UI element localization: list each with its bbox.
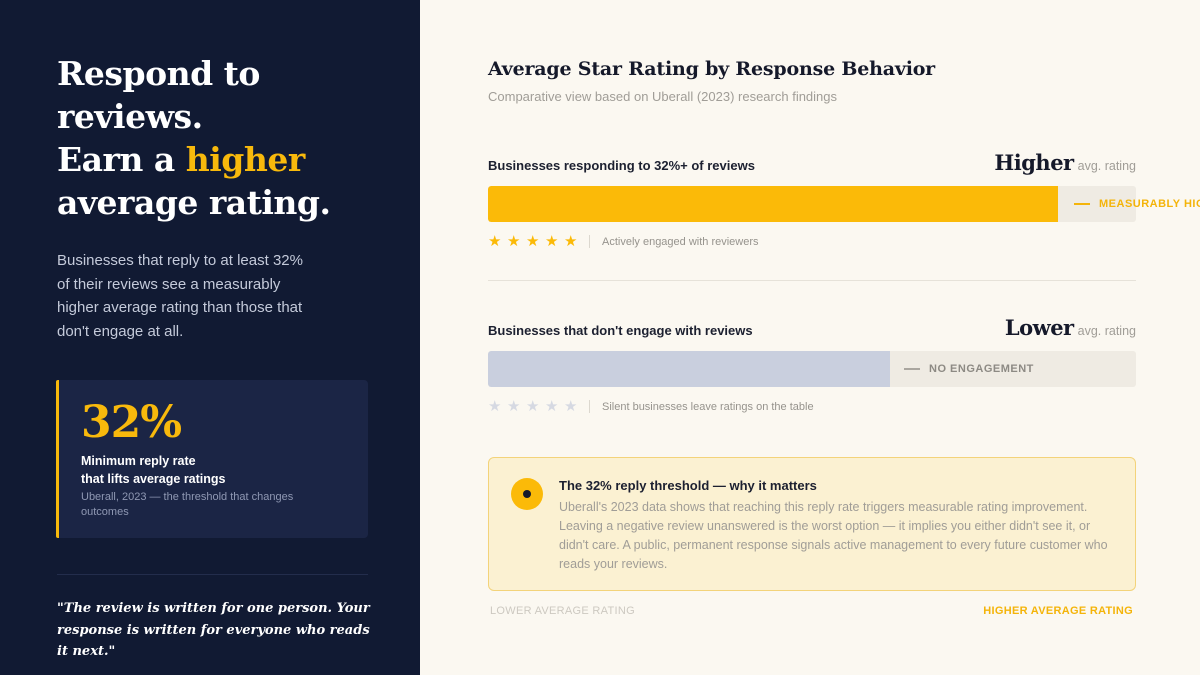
bar-value-label-non-engagers: Lower	[1004, 315, 1074, 340]
stat-source: Uberall, 2023 — the threshold that chang…	[81, 491, 294, 518]
row-divider	[488, 280, 1136, 281]
bar-tag-text-non-engagers: NO ENGAGEMENT	[929, 363, 1034, 375]
star-group-responders: ★ ★ ★ ★ ★	[488, 234, 583, 249]
star-note-responders: Actively engaged with reviewers	[602, 235, 759, 248]
star-separator	[589, 400, 590, 413]
callout-title: The 32% reply threshold — why it matters	[559, 478, 817, 493]
star-icon: ★	[507, 233, 521, 250]
bar-value-responders: Higher avg. rating	[994, 150, 1136, 175]
tag-dash-icon	[904, 368, 920, 370]
headline-line-3: Earn a	[57, 140, 186, 179]
star-note-non-engagers: Silent businesses leave ratings on the t…	[602, 400, 814, 413]
bar-tag-clip: MEASURABLY HIGHER	[1058, 186, 1200, 222]
stat-label: Minimum reply rate that lifts average ra…	[81, 452, 281, 488]
bar-tag-responders: MEASURABLY HIGHER	[1074, 198, 1200, 210]
star-icon: ★	[564, 398, 578, 415]
headline-highlight: higher	[185, 140, 305, 179]
threshold-callout: The 32% reply threshold — why it matters…	[488, 457, 1136, 591]
star-icon: ★	[545, 398, 559, 415]
stat-card: 32% Minimum reply rate that lifts averag…	[56, 380, 368, 538]
star-row-non-engagers: ★ ★ ★ ★ ★ Silent businesses leave ratings on…	[488, 399, 814, 414]
bar-track-responders	[488, 186, 1136, 222]
target-dot-icon	[511, 478, 543, 510]
bar-label-responders: Businesses responding to 32%+ of reviews	[488, 158, 755, 173]
bar-tag-text-responders: MEASURABLY HIGHER	[1099, 198, 1200, 210]
tag-dash-icon	[1074, 203, 1090, 205]
star-separator	[589, 235, 590, 248]
bar-track-non-engagers: NO ENGAGEMENT	[488, 351, 1136, 387]
bar-value-unit-responders: avg. rating	[1077, 159, 1136, 173]
star-icon: ★	[526, 398, 540, 415]
star-group-non-engagers: ★ ★ ★ ★ ★	[488, 399, 583, 414]
bar-tag-non-engagers: NO ENGAGEMENT	[904, 363, 1034, 375]
bar-value-label-responders: Higher	[994, 150, 1074, 175]
bar-responders	[488, 186, 1058, 222]
stat-label-line-2: that lifts average ratings	[81, 472, 226, 486]
star-icon: ★	[545, 233, 559, 250]
bar-non-engagers	[488, 351, 890, 387]
star-icon: ★	[488, 233, 502, 250]
star-icon: ★	[488, 398, 502, 415]
left-divider	[57, 574, 368, 575]
stat-label-line-1: Minimum reply rate	[81, 454, 196, 468]
chart-title: Average Star Rating by Response Behavior	[488, 58, 935, 80]
chart-subtitle: Comparative view based on Uberall (2023)…	[488, 89, 838, 104]
pull-quote: "The review is written for one person. Y…	[57, 601, 370, 659]
stat-value: 32%	[81, 397, 182, 448]
axis-label-min: LOWER AVERAGE RATING	[490, 605, 635, 617]
bar-label-non-engagers: Businesses that don't engage with review…	[488, 323, 753, 338]
star-row-responders: ★ ★ ★ ★ ★ Actively engaged with reviewers	[488, 234, 759, 249]
star-icon: ★	[526, 233, 540, 250]
bar-value-non-engagers: Lower avg. rating	[1005, 315, 1136, 340]
headline-line-4: average rating.	[57, 183, 331, 222]
left-panel: Respond to reviews. Earn a higher averag…	[0, 0, 420, 675]
star-icon: ★	[507, 398, 521, 415]
lead-paragraph: Businesses that reply to at least 32% of…	[57, 252, 303, 341]
star-icon: ★	[564, 233, 578, 250]
headline: Respond to reviews. Earn a higher averag…	[57, 52, 397, 224]
callout-body: Uberall's 2023 data shows that reaching …	[559, 500, 1108, 571]
bar-value-unit-non-engagers: avg. rating	[1077, 324, 1136, 338]
headline-line-1: Respond to	[57, 54, 260, 93]
headline-line-2: reviews.	[57, 97, 203, 136]
axis-label-max: HIGHER AVERAGE RATING	[983, 605, 1133, 617]
